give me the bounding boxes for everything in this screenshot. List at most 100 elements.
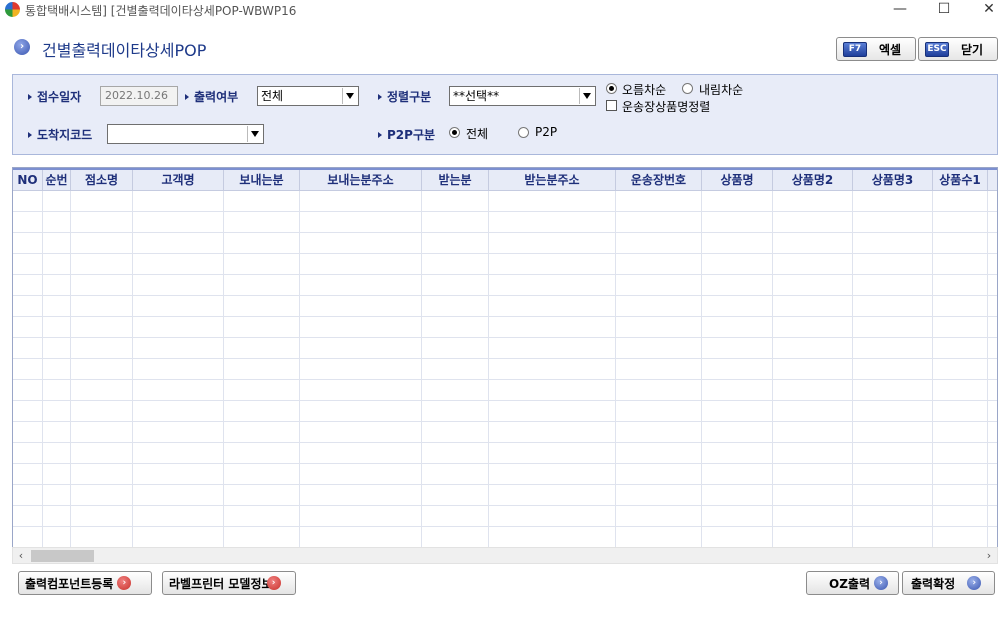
table-cell[interactable] [773, 443, 853, 464]
table-row[interactable] [13, 464, 997, 485]
table-cell[interactable] [489, 380, 616, 401]
table-cell[interactable] [133, 401, 224, 422]
table-cell[interactable] [616, 464, 702, 485]
table-row[interactable] [13, 506, 997, 527]
chevron-down-icon[interactable] [247, 126, 262, 142]
table-cell[interactable] [13, 359, 43, 380]
table-cell[interactable] [933, 443, 988, 464]
table-cell[interactable] [773, 317, 853, 338]
table-cell[interactable] [43, 212, 71, 233]
table-cell[interactable] [773, 506, 853, 527]
table-cell[interactable] [300, 212, 422, 233]
table-cell[interactable] [489, 443, 616, 464]
table-cell[interactable] [133, 191, 224, 212]
table-cell[interactable] [489, 506, 616, 527]
table-cell[interactable] [224, 296, 300, 317]
table-row[interactable] [13, 338, 997, 359]
table-cell[interactable] [702, 296, 773, 317]
table-cell[interactable] [133, 254, 224, 275]
table-cell[interactable] [422, 359, 489, 380]
table-cell[interactable] [702, 485, 773, 506]
table-cell[interactable] [853, 506, 933, 527]
table-cell[interactable] [13, 380, 43, 401]
table-cell[interactable] [616, 380, 702, 401]
table-cell[interactable] [853, 338, 933, 359]
table-cell[interactable] [933, 464, 988, 485]
table-cell[interactable] [422, 317, 489, 338]
table-cell[interactable] [133, 443, 224, 464]
table-cell[interactable] [422, 401, 489, 422]
table-cell[interactable] [43, 233, 71, 254]
table-cell[interactable] [853, 359, 933, 380]
table-row[interactable] [13, 254, 997, 275]
table-cell[interactable] [71, 254, 133, 275]
table-cell[interactable] [702, 191, 773, 212]
table-cell[interactable] [43, 401, 71, 422]
table-cell[interactable] [13, 191, 43, 212]
table-cell[interactable] [988, 275, 997, 296]
maximize-button[interactable]: ☐ [921, 0, 967, 20]
table-cell[interactable] [224, 443, 300, 464]
table-cell[interactable] [43, 191, 71, 212]
table-cell[interactable] [702, 233, 773, 254]
column-header[interactable]: 상품명2 [773, 170, 853, 191]
table-cell[interactable] [988, 506, 997, 527]
table-cell[interactable] [616, 296, 702, 317]
table-cell[interactable] [702, 317, 773, 338]
table-cell[interactable] [43, 317, 71, 338]
table-cell[interactable] [71, 506, 133, 527]
table-cell[interactable] [13, 275, 43, 296]
table-row[interactable] [13, 443, 997, 464]
table-cell[interactable] [988, 401, 997, 422]
table-cell[interactable] [422, 422, 489, 443]
table-cell[interactable] [853, 443, 933, 464]
table-cell[interactable] [224, 359, 300, 380]
table-cell[interactable] [489, 296, 616, 317]
table-cell[interactable] [43, 254, 71, 275]
table-cell[interactable] [71, 380, 133, 401]
table-cell[interactable] [224, 275, 300, 296]
table-cell[interactable] [702, 506, 773, 527]
table-row[interactable] [13, 275, 997, 296]
table-cell[interactable] [988, 296, 997, 317]
column-header[interactable]: 순번 [43, 170, 71, 191]
table-cell[interactable] [300, 401, 422, 422]
p2p-p2p-radio[interactable] [518, 127, 529, 138]
table-cell[interactable] [71, 317, 133, 338]
table-cell[interactable] [224, 317, 300, 338]
table-cell[interactable] [773, 338, 853, 359]
table-cell[interactable] [133, 233, 224, 254]
column-header[interactable]: NO [13, 170, 43, 191]
table-cell[interactable] [773, 275, 853, 296]
horizontal-scrollbar[interactable]: ‹ › [12, 547, 998, 564]
table-cell[interactable] [13, 254, 43, 275]
table-cell[interactable] [702, 464, 773, 485]
table-cell[interactable] [133, 380, 224, 401]
table-cell[interactable] [13, 296, 43, 317]
table-cell[interactable] [773, 254, 853, 275]
close-button[interactable]: ESC 닫기 [918, 37, 998, 61]
table-cell[interactable] [422, 338, 489, 359]
table-cell[interactable] [13, 464, 43, 485]
table-cell[interactable] [773, 527, 853, 547]
table-cell[interactable] [422, 212, 489, 233]
table-cell[interactable] [853, 296, 933, 317]
table-cell[interactable] [71, 443, 133, 464]
label-printer-button[interactable]: 라벨프린터 모델정보 › [162, 571, 296, 595]
column-header[interactable]: 상품명3 [853, 170, 933, 191]
table-cell[interactable] [71, 233, 133, 254]
scroll-right-icon[interactable]: › [981, 548, 997, 563]
table-cell[interactable] [43, 527, 71, 547]
table-cell[interactable] [988, 212, 997, 233]
table-cell[interactable] [702, 401, 773, 422]
table-cell[interactable] [300, 443, 422, 464]
table-cell[interactable] [133, 506, 224, 527]
table-row[interactable] [13, 527, 997, 547]
table-cell[interactable] [224, 401, 300, 422]
table-cell[interactable] [133, 317, 224, 338]
table-cell[interactable] [489, 191, 616, 212]
table-cell[interactable] [422, 233, 489, 254]
table-cell[interactable] [853, 275, 933, 296]
column-header[interactable]: 고객명 [133, 170, 224, 191]
register-component-button[interactable]: 출력컴포넌트등록 › [18, 571, 152, 595]
